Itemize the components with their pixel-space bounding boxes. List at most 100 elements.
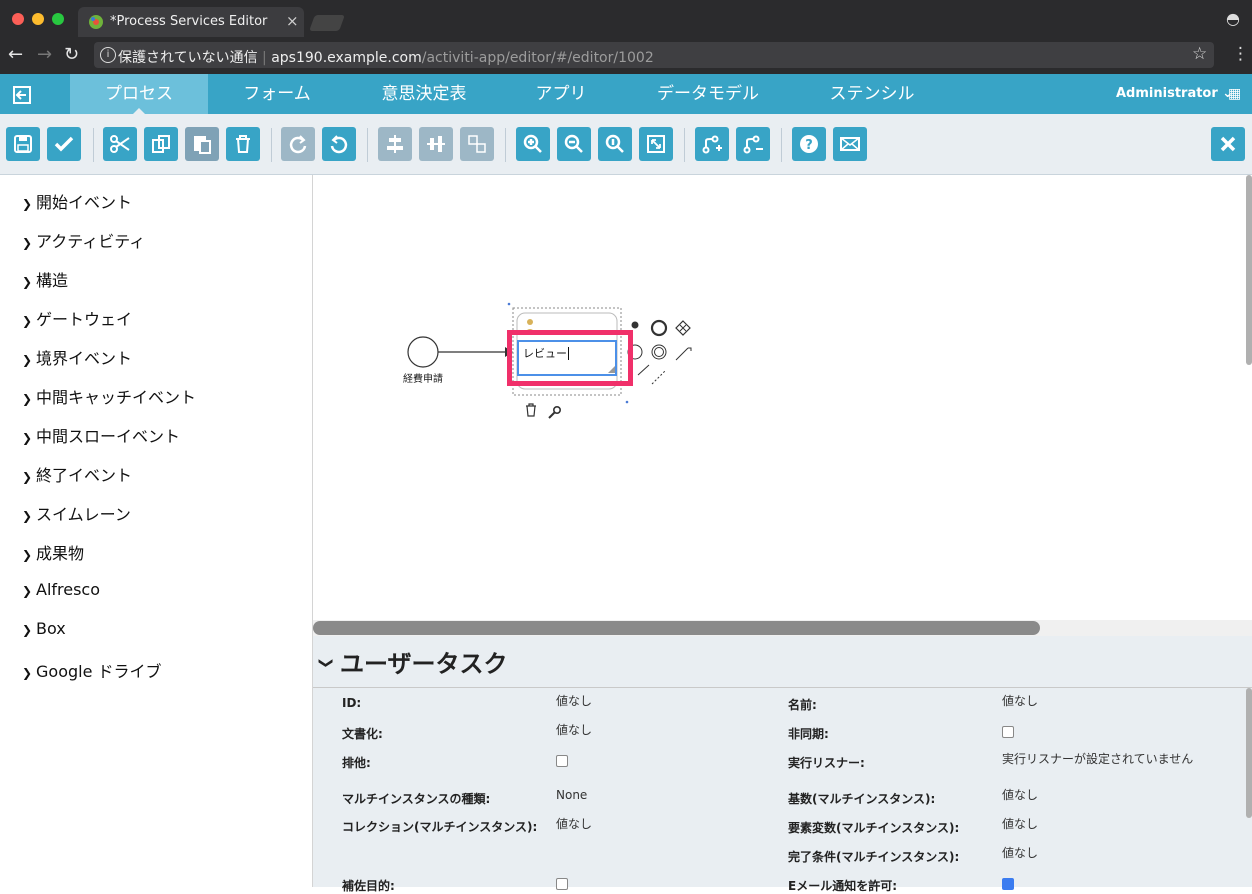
properties-vertical-scrollbar[interactable] — [1246, 688, 1252, 818]
incognito-icon: ◓ — [1226, 9, 1240, 28]
remove-bendpoint-button[interactable] — [736, 127, 770, 161]
new-tab-button[interactable] — [309, 15, 345, 31]
prop-checkbox-exclusive[interactable] — [556, 755, 568, 767]
prop-value-name[interactable]: 値なし — [1002, 693, 1038, 710]
palette-item-gateways[interactable]: ❯ ゲートウェイ — [22, 306, 132, 330]
maximize-window-icon[interactable] — [52, 13, 64, 25]
tab-decision-tables[interactable]: 意思決定表 — [355, 74, 493, 114]
cut-button[interactable] — [103, 127, 137, 161]
add-bendpoint-icon — [702, 135, 722, 154]
redo-button[interactable] — [281, 127, 315, 161]
apps-grid-icon[interactable]: ▦ — [1228, 86, 1241, 102]
tab-decision-tables-label: 意思決定表 — [381, 84, 467, 104]
prop-checkbox-assist-purpose[interactable] — [556, 878, 568, 890]
delete-button[interactable] — [226, 127, 260, 161]
task-name-value: レビュー — [523, 347, 567, 360]
cut-icon — [110, 135, 130, 153]
tab-apps[interactable]: アプリ — [492, 74, 630, 114]
info-icon[interactable]: i — [100, 47, 116, 63]
help-button[interactable]: ? — [792, 127, 826, 161]
zoom-actual-button[interactable] — [598, 127, 632, 161]
zoom-out-button[interactable] — [557, 127, 591, 161]
palette-item-start-events[interactable]: ❯ 開始イベント — [22, 189, 132, 213]
palette-item-label: 成果物 — [36, 544, 85, 563]
quick-flow-icon[interactable] — [637, 364, 650, 376]
toolbar-divider — [505, 128, 506, 162]
forward-icon[interactable]: → — [37, 44, 52, 65]
url-host: aps190.example.com — [271, 50, 422, 66]
palette-item-boundary-events[interactable]: ❯ 境界イベント — [22, 345, 132, 369]
align-vertical-button[interactable] — [419, 127, 453, 161]
mail-icon — [840, 137, 860, 151]
task-name-editor[interactable]: レビュー — [517, 340, 617, 376]
resize-handle[interactable] — [507, 302, 511, 306]
undo-button[interactable] — [322, 127, 356, 161]
canvas-wrench-icon[interactable] — [548, 406, 562, 419]
tab-data-models[interactable]: データモデル — [638, 74, 778, 114]
mail-button[interactable] — [833, 127, 867, 161]
quick-connector-icon[interactable] — [675, 347, 692, 361]
user-menu[interactable]: Administrator ⌄ — [1116, 74, 1233, 114]
save-icon — [14, 135, 32, 153]
quick-boundary-event-icon[interactable] — [651, 344, 667, 360]
zoom-in-button[interactable] — [516, 127, 550, 161]
prop-value-id[interactable]: 値なし — [556, 693, 592, 710]
copy-button[interactable] — [144, 127, 178, 161]
quick-end-event-icon[interactable] — [631, 321, 639, 329]
prop-checkbox-async[interactable] — [1002, 726, 1014, 738]
close-window-icon[interactable] — [12, 13, 24, 25]
tab-stencils[interactable]: ステンシル — [802, 74, 942, 114]
back-icon[interactable]: ← — [8, 44, 23, 65]
canvas-delete-icon[interactable] — [526, 403, 536, 417]
palette-item-box[interactable]: ❯ Box — [22, 619, 66, 638]
reload-icon[interactable]: ↻ — [64, 44, 79, 65]
quick-gateway-icon[interactable] — [675, 320, 691, 336]
prop-value-collection[interactable]: 値なし — [556, 816, 592, 833]
prop-value-execution-listeners[interactable]: 実行リスナーが設定されていません — [1002, 751, 1202, 768]
save-button[interactable] — [6, 127, 40, 161]
browser-menu-icon[interactable]: ⋮ — [1232, 44, 1249, 64]
add-bendpoint-button[interactable] — [695, 127, 729, 161]
validate-button[interactable] — [47, 127, 81, 161]
palette-item-intermediate-throw-events[interactable]: ❯ 中間スローイベント — [22, 423, 180, 447]
palette-item-end-events[interactable]: ❯ 終了イベント — [22, 462, 132, 486]
align-horizontal-button[interactable] — [378, 127, 412, 161]
tab-forms[interactable]: フォーム — [208, 74, 346, 114]
tab-apps-label: アプリ — [535, 84, 587, 104]
canvas-vertical-scrollbar[interactable] — [1246, 175, 1252, 365]
help-icon: ? — [800, 135, 818, 153]
quick-end-event-icon[interactable] — [650, 319, 668, 337]
chevron-down-icon[interactable]: ❯ — [318, 657, 334, 669]
logout-icon[interactable] — [11, 84, 33, 106]
palette-item-structural[interactable]: ❯ 構造 — [22, 267, 68, 291]
close-editor-button[interactable] — [1211, 127, 1245, 161]
start-event[interactable] — [407, 336, 439, 368]
palette-item-artifacts[interactable]: ❯ 成果物 — [22, 540, 84, 564]
minimize-window-icon[interactable] — [32, 13, 44, 25]
palette-item-intermediate-catch-events[interactable]: ❯ 中間キャッチイベント — [22, 384, 196, 408]
prop-value-element-variable[interactable]: 値なし — [1002, 816, 1038, 833]
prop-value-completion-condition[interactable]: 値なし — [1002, 845, 1038, 862]
tab-stencils-label: ステンシル — [829, 84, 915, 104]
same-size-button[interactable] — [460, 127, 494, 161]
same-size-icon — [468, 135, 486, 153]
prop-value-multi-instance-type[interactable]: None — [556, 787, 587, 804]
canvas-horizontal-scrollbar[interactable] — [313, 621, 1040, 635]
prop-label-id: ID: — [342, 696, 362, 710]
resize-handle[interactable] — [625, 400, 629, 404]
palette-item-activities[interactable]: ❯ アクティビティ — [22, 228, 145, 252]
palette-item-google-drive[interactable]: ❯ Google ドライブ — [22, 658, 162, 682]
close-icon — [1220, 136, 1236, 152]
prop-value-documentation[interactable]: 値なし — [556, 722, 592, 739]
textarea-resize-grip[interactable] — [608, 366, 615, 373]
tab-close-icon[interactable]: × — [286, 12, 299, 30]
tab-process-label: プロセス — [105, 84, 173, 104]
zoom-fit-button[interactable] — [639, 127, 673, 161]
paste-button[interactable] — [185, 127, 219, 161]
prop-checkbox-email-notification[interactable] — [1002, 878, 1014, 890]
bookmark-star-icon[interactable]: ☆ — [1192, 44, 1207, 64]
palette-item-swimlanes[interactable]: ❯ スイムレーン — [22, 501, 131, 525]
prop-value-cardinality[interactable]: 値なし — [1002, 787, 1038, 804]
palette-item-alfresco[interactable]: ❯ Alfresco — [22, 580, 100, 599]
quick-association-icon[interactable] — [651, 369, 667, 385]
